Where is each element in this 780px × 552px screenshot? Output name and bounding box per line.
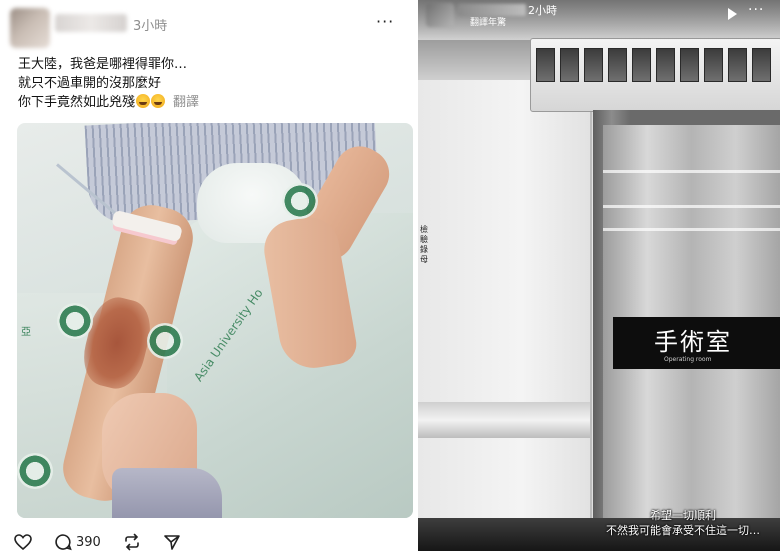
post-text-line-3-text: 你下手竟然如此兇殘 [18, 95, 136, 110]
comment-count: 390 [76, 534, 101, 550]
door-sign-subtitle: Operating room [664, 356, 712, 363]
play-icon[interactable] [728, 8, 737, 20]
vent-slot [608, 48, 627, 82]
door-reflection [603, 228, 780, 231]
vent-slot [584, 48, 603, 82]
hospital-logo-icon [17, 453, 53, 489]
repost-icon [125, 533, 139, 551]
door-sign-title: 手術室 [654, 328, 732, 356]
post-text-line-3: 你下手竟然如此兇殘 翻譯 [18, 93, 199, 112]
share-button[interactable] [163, 533, 181, 551]
story-wall-panel [418, 112, 592, 522]
hospital-logo-icon [147, 323, 183, 359]
post-text-line-1: 王大陸，我爸是哪裡得罪你… [18, 57, 188, 72]
story-more-button[interactable]: ··· [748, 2, 764, 18]
hospital-logo-icon [57, 303, 93, 339]
heart-icon [14, 534, 32, 550]
comment-button[interactable]: 390 [54, 533, 101, 551]
post-action-bar: 390 [14, 532, 203, 552]
like-button[interactable] [14, 534, 32, 550]
story-avatar[interactable] [426, 3, 454, 27]
vent-slot [752, 48, 771, 82]
door-reflection [603, 205, 780, 208]
more-options-button[interactable]: ··· [376, 12, 394, 31]
hospital-logo-icon [282, 183, 318, 219]
post-body: 王大陸，我爸是哪裡得罪你… 就只不過車開的沒那麼好 你下手竟然如此兇殘 翻譯 [18, 55, 199, 112]
social-post: 3小時 ··· 王大陸，我爸是哪裡得罪你… 就只不過車開的沒那麼好 你下手竟然如… [0, 0, 415, 551]
post-timestamp: 3小時 [133, 19, 168, 34]
caption-line-2: 不然我可能會承受不住這一切… [606, 524, 760, 537]
story-caption: 希望一切順利 不然我可能會承受不住這一切… [588, 508, 778, 538]
story-timestamp: 2小時 [528, 4, 557, 17]
crying-face-icon [136, 94, 151, 108]
vent-slot [728, 48, 747, 82]
post-text-line-2: 就只不過車開的沒那麼好 [18, 76, 162, 91]
send-icon [164, 535, 180, 550]
story-translate-link[interactable]: 翻譯年驚 [470, 15, 506, 28]
vent-slot [560, 48, 579, 82]
story-screenshot: 檢驗錄母 手術室 Operating room 2小時 翻譯年驚 ··· 希望一… [418, 0, 780, 551]
repost-button[interactable] [123, 533, 141, 551]
photo-sleeve [112, 468, 222, 518]
vent-slot [704, 48, 723, 82]
door-reflection [603, 170, 780, 173]
caption-line-1: 希望一切順利 [650, 509, 716, 522]
vent-slot [656, 48, 675, 82]
wall-sign: 檢驗錄母 [420, 225, 428, 264]
sheet-side-text: 亞 [21, 327, 31, 338]
crying-face-icon [151, 94, 166, 108]
translate-link[interactable]: 翻譯 [173, 95, 199, 110]
comment-icon [55, 534, 72, 551]
air-curtain-vents [536, 48, 776, 82]
vent-slot [536, 48, 555, 82]
vent-slot [632, 48, 651, 82]
avatar[interactable] [10, 8, 50, 48]
username-redacted[interactable] [55, 14, 127, 32]
vent-slot [680, 48, 699, 82]
story-handrail [418, 402, 590, 438]
post-photo[interactable]: Asia University Ho 亞 [17, 123, 413, 518]
